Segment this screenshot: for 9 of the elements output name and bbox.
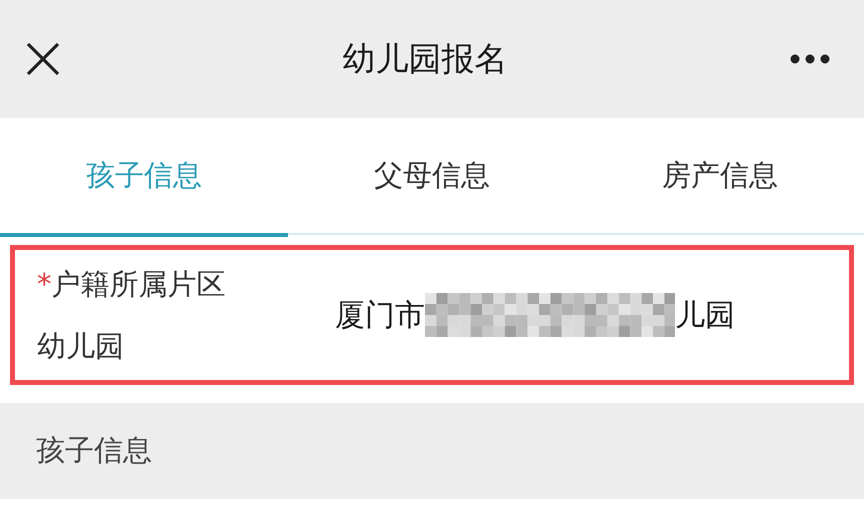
field-label: *户籍所属片区幼儿园: [37, 266, 226, 365]
page-title: 幼儿园报名: [342, 38, 508, 80]
field-value: 厦门市: [335, 296, 425, 334]
section-title: 孩子信息: [36, 432, 152, 470]
tab[interactable]: 房产信息: [576, 118, 864, 237]
close-icon[interactable]: [26, 42, 60, 76]
tab[interactable]: 父母信息: [288, 118, 576, 237]
field-value: 儿园: [675, 296, 735, 334]
more-icon[interactable]: [790, 54, 830, 64]
